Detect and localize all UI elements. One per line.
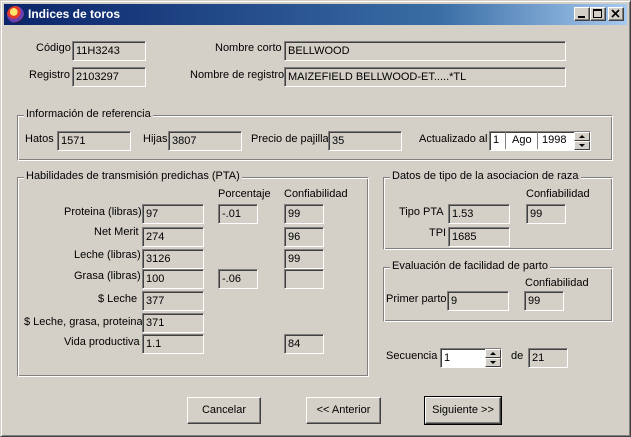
nombre-corto-field[interactable]: BELLWOOD xyxy=(284,41,566,61)
tipo-pta-conf-field[interactable]: 99 xyxy=(526,204,566,224)
referencia-title: Información de referencia xyxy=(24,108,153,120)
tpi-field[interactable]: 1685 xyxy=(448,227,510,247)
pta-row-label: $ Leche xyxy=(98,293,138,305)
secuencia-spinner[interactable] xyxy=(485,349,501,367)
pta-row-label: Vida productiva xyxy=(64,336,140,348)
title-bar[interactable]: Indices de toros xyxy=(4,4,627,25)
fecha-day[interactable]: 1 xyxy=(493,134,499,146)
primer-parto-field[interactable]: 9 xyxy=(447,291,509,311)
pta-row-value[interactable]: 97 xyxy=(142,204,204,224)
primer-parto-conf-field[interactable]: 99 xyxy=(524,291,564,311)
pta-row-value[interactable]: 1.1 xyxy=(142,334,204,354)
registro-field[interactable]: 2103297 xyxy=(72,67,146,87)
codigo-field[interactable]: 11H3243 xyxy=(72,41,146,61)
precio-label: Precio de pajilla xyxy=(251,133,329,145)
pta-row-value[interactable]: 371 xyxy=(142,313,204,333)
pta-row-confiabilidad[interactable]: 96 xyxy=(284,227,324,247)
nombre-registro-field[interactable]: MAIZEFIELD BELLWOOD-ET.....*TL xyxy=(284,67,566,87)
secuencia-label: Secuencia xyxy=(386,350,438,362)
cancel-button[interactable]: Cancelar xyxy=(187,397,261,424)
actualizado-label: Actualizado al xyxy=(419,133,488,145)
pta-row-value[interactable]: 377 xyxy=(142,291,204,311)
tpi-label: TPI xyxy=(429,227,447,239)
spin-up-icon[interactable] xyxy=(485,349,501,358)
pta-row-porcentaje[interactable]: -.01 xyxy=(218,204,258,224)
next-button[interactable]: Siguiente >> xyxy=(424,396,502,425)
pta-row-label: Net Merit xyxy=(94,226,139,238)
primer-parto-label: Primer parto xyxy=(386,293,447,305)
hijas-field[interactable]: 3807 xyxy=(168,131,242,151)
hatos-field[interactable]: 1571 xyxy=(57,131,131,151)
spin-down-icon[interactable] xyxy=(574,141,590,150)
pta-col-porcentaje: Porcentaje xyxy=(218,188,271,200)
hijas-label: Hijas xyxy=(143,133,168,145)
pta-row-label: Grasa (libras) xyxy=(74,270,141,282)
secuencia-total: 21 xyxy=(528,348,568,368)
pta-row-value[interactable]: 274 xyxy=(142,227,204,247)
pta-row-confiabilidad[interactable]: 99 xyxy=(284,204,324,224)
nombre-registro-label: Nombre de registro xyxy=(190,69,285,81)
pta-row-porcentaje[interactable]: -.06 xyxy=(218,269,258,289)
minimize-icon[interactable] xyxy=(574,7,590,21)
raza-title: Datos de tipo de la asociacion de raza xyxy=(390,170,581,182)
previous-button[interactable]: << Anterior xyxy=(306,397,381,424)
pta-row-confiabilidad[interactable]: 99 xyxy=(284,249,324,269)
pta-row-value[interactable]: 100 xyxy=(142,269,204,289)
spin-down-icon[interactable] xyxy=(485,358,501,367)
pta-row-label: Leche (libras) xyxy=(74,249,141,261)
registro-label: Registro xyxy=(29,69,70,81)
pta-row-confiabilidad[interactable]: 84 xyxy=(284,334,324,354)
codigo-label: Código xyxy=(36,42,71,54)
spin-up-icon[interactable] xyxy=(574,132,590,141)
precio-field[interactable]: 35 xyxy=(328,131,402,151)
parto-title: Evaluación de facilidad de parto xyxy=(390,260,550,272)
close-icon[interactable] xyxy=(608,7,624,21)
app-icon xyxy=(7,6,24,23)
window-title: Indices de toros xyxy=(28,7,121,21)
maximize-icon[interactable] xyxy=(590,7,606,21)
pta-title: Habilidades de transmisión predichas (PT… xyxy=(24,170,242,182)
raza-col-confiabilidad: Confiabilidad xyxy=(526,188,590,200)
fecha-year[interactable]: 1998 xyxy=(542,134,566,146)
hatos-label: Hatos xyxy=(25,133,54,145)
parto-col-confiabilidad: Confiabilidad xyxy=(525,277,589,289)
fecha-spinner[interactable] xyxy=(574,132,590,150)
tipo-pta-label: Tipo PTA xyxy=(399,206,444,218)
pta-row-value[interactable]: 3126 xyxy=(142,249,204,269)
nombre-corto-label: Nombre corto xyxy=(215,42,282,54)
bull-index-window: Indices de toros Código 11H3243 Registro… xyxy=(0,0,631,437)
pta-row-label: $ Leche, grasa, proteina xyxy=(24,316,143,328)
de-label: de xyxy=(511,350,524,362)
fecha-month[interactable]: Ago xyxy=(512,134,532,146)
pta-col-confiabilidad: Confiabilidad xyxy=(284,188,348,200)
pta-row-label: Proteina (libras) xyxy=(64,206,142,218)
pta-row-confiabilidad[interactable] xyxy=(284,269,324,289)
tipo-pta-field[interactable]: 1.53 xyxy=(448,204,510,224)
